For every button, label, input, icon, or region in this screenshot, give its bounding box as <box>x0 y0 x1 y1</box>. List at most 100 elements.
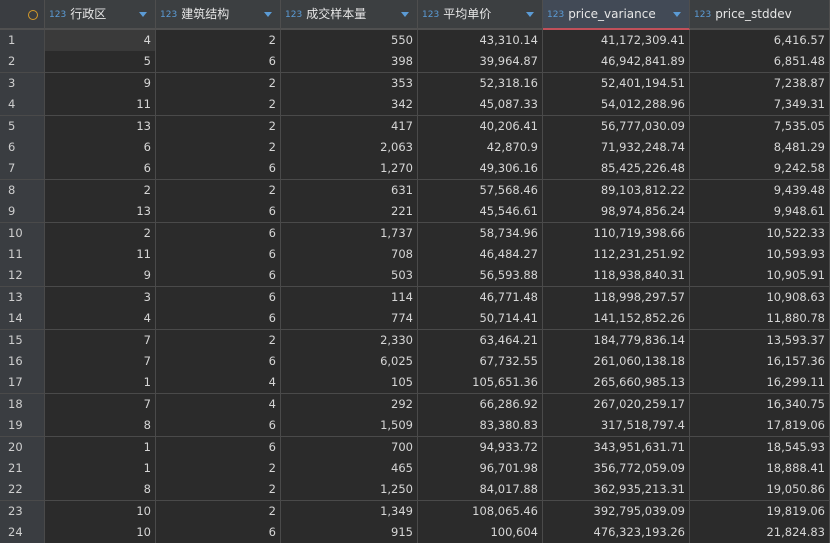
cell-avg-price[interactable]: 96,701.98 <box>418 458 543 480</box>
table-row[interactable]: 5 13 2 417 40,206.41 56,777,030.09 7,535.05 <box>0 115 830 138</box>
cell-structure[interactable]: 2 <box>156 500 281 523</box>
table-row[interactable]: 15 7 2 2,330 63,464.21 184,779,836.14 13,593.3… <box>0 329 830 352</box>
cell-price-stddev[interactable]: 18,888.41 <box>690 458 830 480</box>
column-header-price-stddev[interactable]: 123 price_stddev <box>690 0 830 30</box>
cell-price-variance[interactable]: 56,777,030.09 <box>543 115 690 138</box>
cell-district[interactable]: 11 <box>45 94 156 117</box>
cell-price-stddev[interactable]: 16,299.11 <box>690 372 830 395</box>
cell-price-stddev[interactable]: 19,819.06 <box>690 500 830 523</box>
sort-dropdown-icon[interactable] <box>673 12 681 17</box>
cell-price-stddev[interactable]: 11,880.78 <box>690 308 830 331</box>
table-row[interactable]: 3 9 2 353 52,318.16 52,401,194.51 7,238.87 <box>0 72 830 95</box>
cell-structure[interactable]: 6 <box>156 158 281 181</box>
cell-price-variance[interactable]: 356,772,059.09 <box>543 458 690 480</box>
cell-district[interactable]: 1 <box>45 458 156 480</box>
cell-sample-count[interactable]: 221 <box>281 201 418 224</box>
cell-sample-count[interactable]: 417 <box>281 115 418 138</box>
cell-sample-count[interactable]: 550 <box>281 30 418 52</box>
table-row[interactable]: 19 8 6 1,509 83,380.83 317,518,797.4 17,819.06 <box>0 415 830 438</box>
cell-sample-count[interactable]: 292 <box>281 393 418 416</box>
row-number[interactable]: 4 <box>0 94 45 117</box>
row-number[interactable]: 22 <box>0 479 45 502</box>
cell-price-variance[interactable]: 71,932,248.74 <box>543 137 690 159</box>
cell-structure[interactable]: 6 <box>156 201 281 224</box>
cell-avg-price[interactable]: 67,732.55 <box>418 351 543 373</box>
table-row[interactable]: 11 11 6 708 46,484.27 112,231,251.92 10,593.93 <box>0 244 830 266</box>
cell-district[interactable]: 2 <box>45 222 156 245</box>
cell-price-variance[interactable]: 267,020,259.17 <box>543 393 690 416</box>
cell-price-stddev[interactable]: 19,050.86 <box>690 479 830 502</box>
table-row[interactable]: 14 4 6 774 50,714.41 141,152,852.26 11,880.78 <box>0 308 830 331</box>
cell-price-variance[interactable]: 118,938,840.31 <box>543 265 690 288</box>
column-header-district[interactable]: 123 行政区 <box>45 0 156 30</box>
cell-district[interactable]: 5 <box>45 51 156 74</box>
cell-price-stddev[interactable]: 8,481.29 <box>690 137 830 159</box>
cell-price-stddev[interactable]: 7,238.87 <box>690 72 830 95</box>
table-row[interactable]: 2 5 6 398 39,964.87 46,942,841.89 6,851.48 <box>0 51 830 74</box>
cell-structure[interactable]: 2 <box>156 137 281 159</box>
table-row[interactable]: 22 8 2 1,250 84,017.88 362,935,213.31 19,050.8… <box>0 479 830 502</box>
cell-sample-count[interactable]: 700 <box>281 436 418 459</box>
cell-avg-price[interactable]: 45,087.33 <box>418 94 543 117</box>
cell-price-variance[interactable]: 184,779,836.14 <box>543 329 690 352</box>
cell-price-variance[interactable]: 317,518,797.4 <box>543 415 690 438</box>
table-row[interactable]: 10 2 6 1,737 58,734.96 110,719,398.66 10,522.3… <box>0 222 830 245</box>
cell-price-variance[interactable]: 89,103,812.22 <box>543 179 690 202</box>
cell-district[interactable]: 8 <box>45 479 156 502</box>
cell-structure[interactable]: 2 <box>156 458 281 480</box>
cell-sample-count[interactable]: 2,063 <box>281 137 418 159</box>
cell-avg-price[interactable]: 100,604 <box>418 522 543 543</box>
cell-sample-count[interactable]: 342 <box>281 94 418 117</box>
column-header-avg-price[interactable]: 123 平均单价 <box>418 0 543 30</box>
cell-price-variance[interactable]: 118,998,297.57 <box>543 286 690 309</box>
column-header-structure[interactable]: 123 建筑结构 <box>156 0 281 30</box>
filter-dropdown-icon[interactable] <box>264 12 272 17</box>
cell-avg-price[interactable]: 50,714.41 <box>418 308 543 331</box>
cell-district[interactable]: 6 <box>45 158 156 181</box>
cell-structure[interactable]: 2 <box>156 179 281 202</box>
cell-price-variance[interactable]: 141,152,852.26 <box>543 308 690 331</box>
cell-district[interactable]: 4 <box>45 308 156 331</box>
cell-price-stddev[interactable]: 7,535.05 <box>690 115 830 138</box>
row-number[interactable]: 3 <box>0 72 45 95</box>
cell-district[interactable]: 4 <box>45 30 156 52</box>
table-row[interactable]: 20 1 6 700 94,933.72 343,951,631.71 18,545.93 <box>0 436 830 459</box>
cell-avg-price[interactable]: 45,546.61 <box>418 201 543 224</box>
cell-price-stddev[interactable]: 6,416.57 <box>690 30 830 52</box>
column-header-sample-count[interactable]: 123 成交样本量 <box>281 0 418 30</box>
cell-price-variance[interactable]: 110,719,398.66 <box>543 222 690 245</box>
cell-sample-count[interactable]: 708 <box>281 244 418 266</box>
row-number[interactable]: 13 <box>0 286 45 309</box>
table-row[interactable]: 8 2 2 631 57,568.46 89,103,812.22 9,439.48 <box>0 179 830 202</box>
cell-sample-count[interactable]: 915 <box>281 522 418 543</box>
table-row[interactable]: 13 3 6 114 46,771.48 118,998,297.57 10,908.63 <box>0 286 830 309</box>
cell-avg-price[interactable]: 46,771.48 <box>418 286 543 309</box>
table-row[interactable]: 24 10 6 915 100,604 476,323,193.26 21,824.83 <box>0 522 830 543</box>
cell-price-stddev[interactable]: 10,522.33 <box>690 222 830 245</box>
cell-price-variance[interactable]: 98,974,856.24 <box>543 201 690 224</box>
cell-price-stddev[interactable]: 6,851.48 <box>690 51 830 74</box>
cell-structure[interactable]: 2 <box>156 329 281 352</box>
filter-dropdown-icon[interactable] <box>139 12 147 17</box>
table-row[interactable]: 4 11 2 342 45,087.33 54,012,288.96 7,349.31 <box>0 94 830 117</box>
cell-avg-price[interactable]: 42,870.9 <box>418 137 543 159</box>
row-number[interactable]: 17 <box>0 372 45 395</box>
cell-structure[interactable]: 6 <box>156 51 281 74</box>
row-number[interactable]: 23 <box>0 500 45 523</box>
cell-structure[interactable]: 4 <box>156 393 281 416</box>
cell-avg-price[interactable]: 108,065.46 <box>418 500 543 523</box>
cell-sample-count[interactable]: 1,250 <box>281 479 418 502</box>
cell-price-variance[interactable]: 41,172,309.41 <box>543 30 690 52</box>
cell-avg-price[interactable]: 49,306.16 <box>418 158 543 181</box>
cell-structure[interactable]: 6 <box>156 522 281 543</box>
cell-district[interactable]: 10 <box>45 500 156 523</box>
table-row[interactable]: 21 1 2 465 96,701.98 356,772,059.09 18,888.41 <box>0 458 830 480</box>
row-number[interactable]: 11 <box>0 244 45 266</box>
row-number[interactable]: 5 <box>0 115 45 138</box>
cell-price-stddev[interactable]: 9,439.48 <box>690 179 830 202</box>
cell-price-variance[interactable]: 265,660,985.13 <box>543 372 690 395</box>
cell-structure[interactable]: 6 <box>156 308 281 331</box>
cell-sample-count[interactable]: 105 <box>281 372 418 395</box>
cell-price-stddev[interactable]: 13,593.37 <box>690 329 830 352</box>
table-row[interactable]: 9 13 6 221 45,546.61 98,974,856.24 9,948.61 <box>0 201 830 224</box>
